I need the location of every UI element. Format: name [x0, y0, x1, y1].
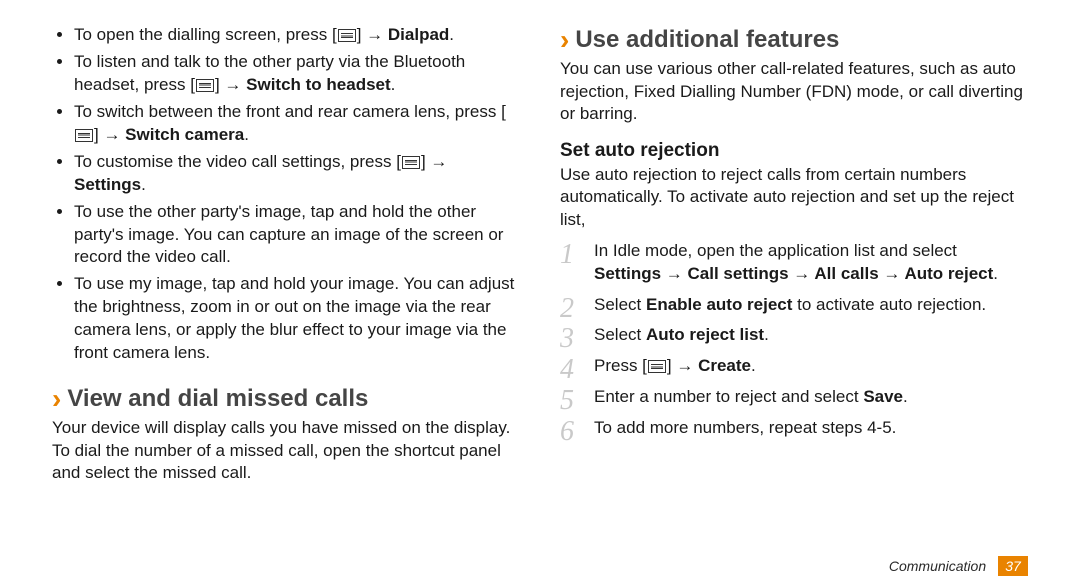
bullet-item: To use the other party's image, tap and …: [74, 201, 520, 270]
text: .: [903, 387, 908, 406]
bold: Settings: [74, 175, 141, 194]
step-item: In Idle mode, open the application list …: [560, 240, 1028, 286]
heading-text: Use additional features: [575, 26, 839, 53]
bullet-item: To listen and talk to the other party vi…: [74, 51, 520, 97]
menu-icon: [196, 79, 214, 92]
section-heading: ›View and dial missed calls: [52, 383, 520, 415]
menu-icon: [338, 29, 356, 42]
left-column: To open the dialling screen, press [] → …: [52, 24, 520, 532]
text: .: [751, 356, 756, 375]
page-number: 37: [998, 556, 1028, 576]
bold: Switch camera: [125, 125, 244, 144]
page: To open the dialling screen, press [] → …: [0, 0, 1080, 556]
heading-text: View and dial missed calls: [67, 385, 368, 412]
subheading: Set auto rejection: [560, 140, 1028, 162]
chevron-icon: ›: [52, 383, 61, 415]
bullet-item: To switch between the front and rear cam…: [74, 101, 520, 147]
footer-section: Communication: [889, 558, 986, 574]
text: To use the other party's image, tap and …: [74, 202, 503, 267]
text: to activate auto rejection.: [792, 295, 986, 314]
bold: Auto reject list: [646, 325, 764, 344]
bold: Enable auto reject: [646, 295, 792, 314]
text: .: [764, 325, 769, 344]
step-item: Enter a number to reject and select Save…: [560, 386, 1028, 409]
bold: Save: [863, 387, 903, 406]
paragraph: You can use various other call-related f…: [560, 58, 1028, 126]
text: To open the dialling screen, press [: [74, 25, 337, 44]
menu-icon: [75, 129, 93, 142]
text: To use my image, tap and hold your image…: [74, 274, 514, 362]
section-heading: ›Use additional features: [560, 24, 1028, 56]
step-item: Select Auto reject list.: [560, 324, 1028, 347]
text: To switch between the front and rear cam…: [74, 102, 506, 121]
bold: Switch to headset: [246, 75, 391, 94]
menu-icon: [648, 360, 666, 373]
step-item: Press [] → Create.: [560, 355, 1028, 378]
bold: Dialpad: [388, 25, 449, 44]
text: Select: [594, 325, 646, 344]
bullet-item: To open the dialling screen, press [] → …: [74, 24, 520, 47]
bullet-item: To use my image, tap and hold your image…: [74, 273, 520, 365]
text: Select: [594, 295, 646, 314]
text: To add more numbers, repeat steps 4-5.: [594, 418, 896, 437]
text: .: [391, 75, 396, 94]
text: To customise the video call settings, pr…: [74, 152, 401, 171]
footer: Communication 37: [889, 556, 1028, 576]
text: .: [244, 125, 249, 144]
right-column: ›Use additional features You can use var…: [560, 24, 1028, 532]
menu-icon: [402, 156, 420, 169]
text: In Idle mode, open the application list …: [594, 241, 957, 260]
step-item: To add more numbers, repeat steps 4-5.: [560, 417, 1028, 440]
paragraph: Your device will display calls you have …: [52, 417, 520, 485]
steps-list: In Idle mode, open the application list …: [560, 240, 1028, 441]
bullet-list: To open the dialling screen, press [] → …: [52, 24, 520, 365]
text: .: [449, 25, 454, 44]
bullet-item: To customise the video call settings, pr…: [74, 151, 520, 197]
text: Enter a number to reject and select: [594, 387, 863, 406]
step-item: Select Enable auto reject to activate au…: [560, 294, 1028, 317]
text: .: [993, 264, 998, 283]
text: .: [141, 175, 146, 194]
paragraph: Use auto rejection to reject calls from …: [560, 164, 1028, 232]
chevron-icon: ›: [560, 24, 569, 56]
bold: Settings → Call settings → All calls → A…: [594, 264, 993, 283]
bold: Create: [698, 356, 751, 375]
